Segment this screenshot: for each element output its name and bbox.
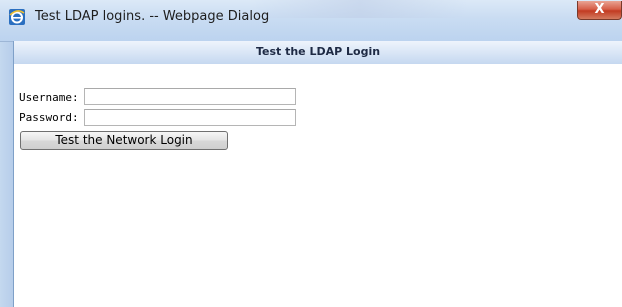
title-bar[interactable]: Test LDAP logins. -- Webpage Dialog X — [0, 0, 622, 42]
page-title: Test the LDAP Login — [255, 45, 381, 58]
username-label: Username: — [19, 91, 79, 104]
login-form: Username: Password: Test the Network Log… — [14, 64, 622, 307]
password-label: Password: — [19, 111, 79, 124]
page-header: Test the LDAP Login — [14, 41, 622, 65]
close-icon: X — [594, 2, 605, 17]
username-input[interactable] — [84, 88, 296, 105]
window-left-border — [0, 41, 13, 307]
close-button[interactable]: X — [577, 1, 622, 20]
dialog-window: Test LDAP logins. -- Webpage Dialog X Te… — [0, 0, 622, 307]
window-title: Test LDAP logins. -- Webpage Dialog — [35, 9, 270, 24]
password-input[interactable] — [84, 109, 296, 126]
internet-explorer-icon — [9, 9, 25, 25]
test-login-button[interactable]: Test the Network Login — [20, 131, 228, 150]
title-bar-gloss — [250, 0, 470, 18]
